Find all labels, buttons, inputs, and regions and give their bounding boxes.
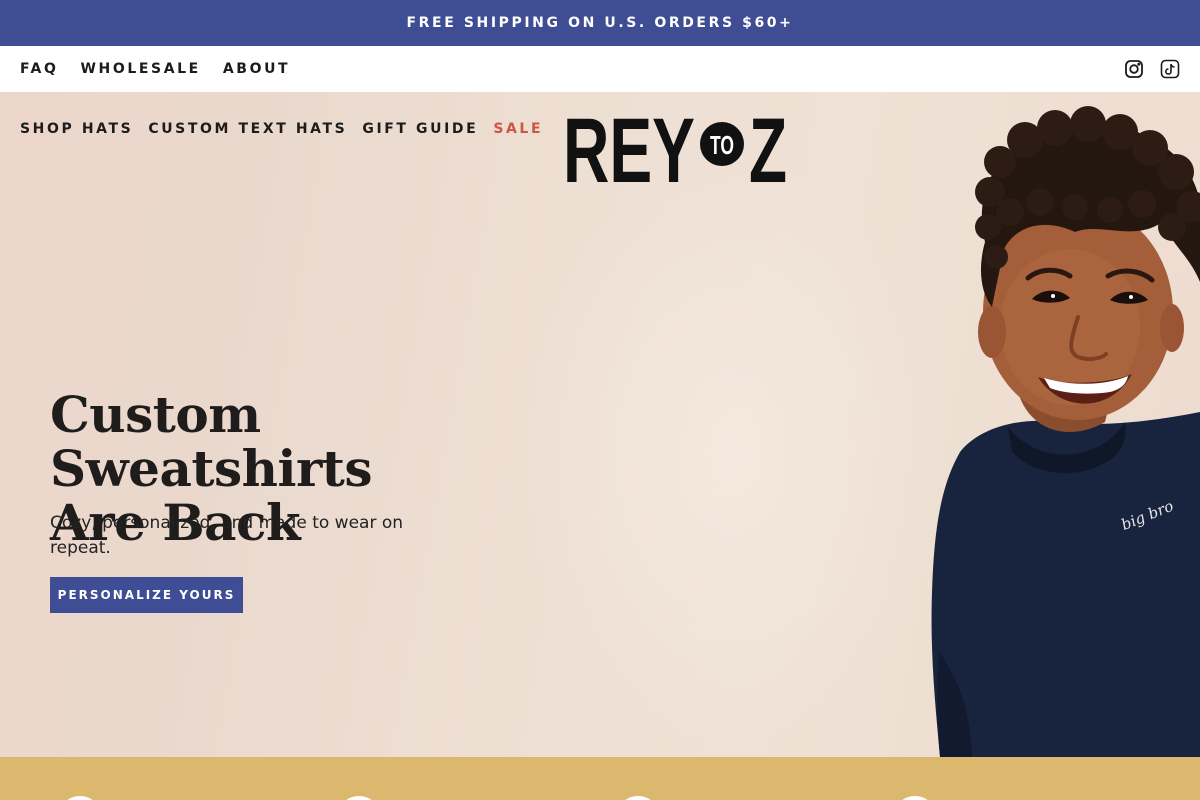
hero-photo-child: big bro [931, 106, 1200, 757]
logo-text-z: Z [749, 104, 787, 186]
utility-bar: FAQ WHOLESALE ABOUT [0, 46, 1200, 92]
nav-link-faq[interactable]: FAQ [20, 61, 59, 77]
feature-icon-circle [616, 796, 660, 800]
logo-text-to: TO [710, 130, 734, 160]
nav-link-wholesale[interactable]: WHOLESALE [81, 61, 201, 77]
feature-icon-circle [58, 796, 102, 800]
main-nav: SHOP HATS CUSTOM TEXT HATS GIFT GUIDE SA… [20, 121, 558, 137]
nav-link-custom-text-hats[interactable]: CUSTOM TEXT HATS [148, 121, 347, 137]
utility-nav: FAQ WHOLESALE ABOUT [20, 61, 312, 77]
personalize-button[interactable]: PERSONALIZE YOURS [50, 577, 243, 613]
announcement-bar: FREE SHIPPING ON U.S. ORDERS $60+ [0, 0, 1200, 46]
feature-icon-circle [893, 796, 937, 800]
hero-subtitle: Cozy, personalized, and made to wear on … [50, 513, 404, 558]
brand-logo[interactable]: REY TO Z [563, 100, 789, 202]
nav-link-gift-guide[interactable]: GIFT GUIDE [362, 121, 478, 137]
announcement-text: FREE SHIPPING ON U.S. ORDERS $60+ [406, 15, 794, 31]
nav-link-shop-hats[interactable]: SHOP HATS [20, 121, 133, 137]
hero-background-glow [520, 152, 940, 752]
logo-text-rey: REY [563, 104, 695, 186]
hero-title-line-1: Custom Sweatshirts [50, 385, 373, 498]
feature-icon-circle [337, 796, 381, 800]
feature-strip [0, 757, 1200, 800]
nav-link-sale[interactable]: SALE [493, 121, 543, 137]
hero-banner: SHOP HATS CUSTOM TEXT HATS GIFT GUIDE SA… [0, 92, 1200, 757]
tiktok-icon[interactable] [1160, 59, 1180, 79]
nav-link-about[interactable]: ABOUT [223, 61, 290, 77]
social-links [1124, 59, 1180, 79]
instagram-icon[interactable] [1124, 59, 1144, 79]
